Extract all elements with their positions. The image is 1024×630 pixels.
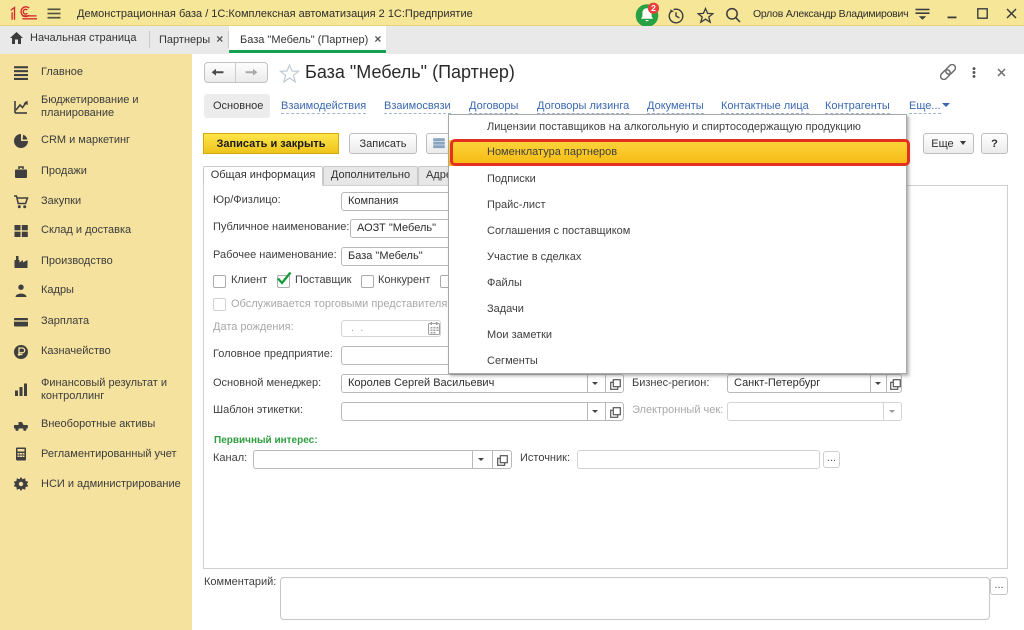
svg-text:2: 2 xyxy=(651,3,656,13)
